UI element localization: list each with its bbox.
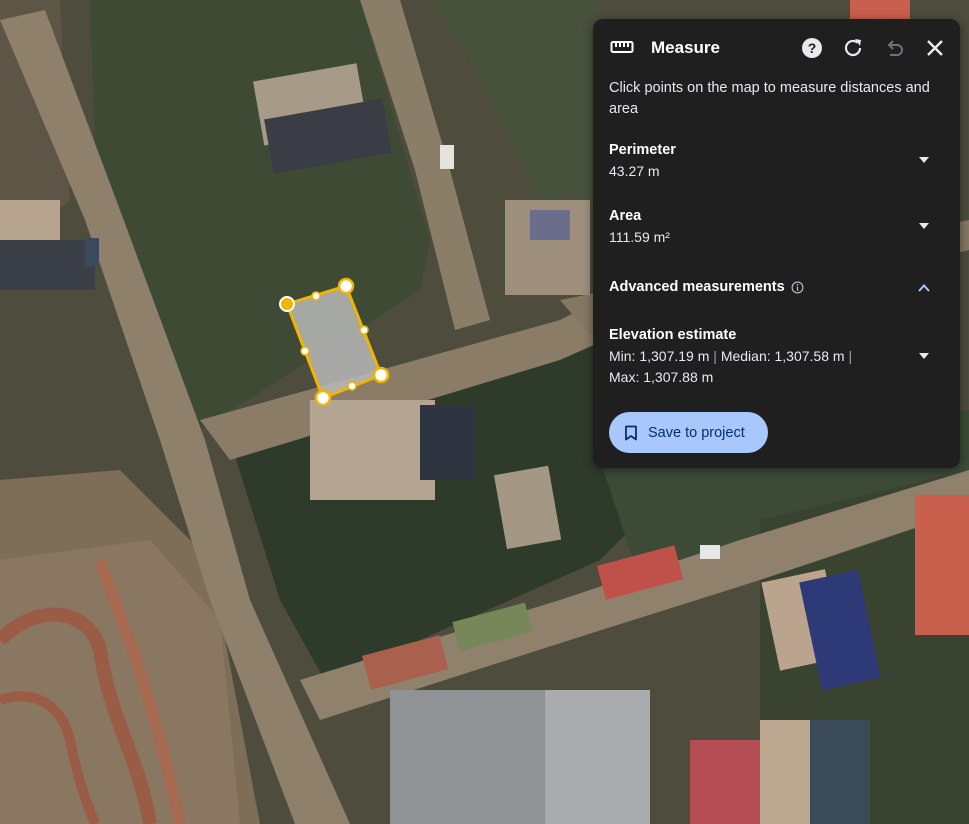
elevation-values: Min: 1,307.19 m | Median: 1,307.58 m | M… xyxy=(609,346,859,388)
area-row[interactable]: Area 111.59 m² xyxy=(609,206,945,248)
panel-title: Measure xyxy=(651,38,720,57)
help-icon[interactable]: ? xyxy=(800,36,824,60)
refresh-icon[interactable] xyxy=(841,36,865,60)
close-icon[interactable] xyxy=(923,36,947,60)
panel-header: Measure ? xyxy=(593,19,960,77)
chevron-up-icon xyxy=(918,284,930,292)
elevation-label: Elevation estimate xyxy=(609,327,737,343)
svg-text:?: ? xyxy=(808,40,817,56)
chevron-down-icon xyxy=(919,157,929,163)
chevron-down-icon xyxy=(919,353,929,359)
save-to-project-label: Save to project xyxy=(648,424,745,441)
chevron-down-icon xyxy=(919,223,929,229)
advanced-measurements-label: Advanced measurements xyxy=(609,279,785,295)
info-icon[interactable] xyxy=(791,281,804,294)
measure-panel: Measure ? Click points on the map to mea… xyxy=(593,19,960,468)
perimeter-value: 43.27 m xyxy=(609,163,660,179)
perimeter-row[interactable]: Perimeter 43.27 m xyxy=(609,140,945,182)
elevation-row[interactable]: Elevation estimate Min: 1,307.19 m | Med… xyxy=(609,325,945,388)
save-to-project-button[interactable]: Save to project xyxy=(609,412,768,453)
elevation-min: Min: 1,307.19 m xyxy=(609,348,710,364)
ruler-icon xyxy=(610,41,634,53)
separator: | xyxy=(848,348,853,364)
elevation-max: Max: 1,307.88 m xyxy=(609,369,714,385)
undo-icon[interactable] xyxy=(882,36,906,60)
area-label: Area xyxy=(609,208,642,224)
area-value: 111.59 m² xyxy=(609,229,670,245)
perimeter-label: Perimeter xyxy=(609,142,676,158)
panel-description: Click points on the map to measure dista… xyxy=(609,80,930,117)
advanced-measurements-toggle[interactable]: Advanced measurements xyxy=(609,277,945,297)
bookmark-icon xyxy=(625,425,637,440)
elevation-median: Median: 1,307.58 m xyxy=(720,348,845,364)
separator: | xyxy=(713,348,717,364)
